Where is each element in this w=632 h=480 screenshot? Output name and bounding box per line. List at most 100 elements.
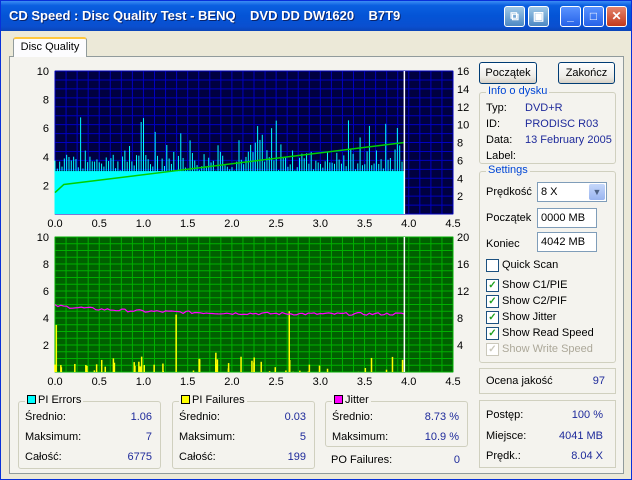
check-icon: ✓ xyxy=(486,279,499,292)
progress-box: Postęp: 100 % Miejsce: 4041 MB Prędk.: 8… xyxy=(479,400,616,468)
x-tick-label: 1.0 xyxy=(136,218,151,230)
jitter-avg-label: Średnio: xyxy=(332,411,373,423)
end-field[interactable]: 4042 MB xyxy=(537,232,597,252)
pi-failures-title: PI Failures xyxy=(179,394,247,406)
show-read-speed-checkbox[interactable]: ✓ Show Read Speed xyxy=(486,327,594,342)
pi-errors-max-label: Maksimum: xyxy=(25,431,82,443)
y-tick-label-left: 2 xyxy=(43,180,49,192)
speed-label: Prędk.: xyxy=(486,450,521,462)
x-tick-label: 4.5 xyxy=(445,376,460,388)
check-icon: ✓ xyxy=(486,295,499,308)
pi-failures-avg-value: 0.03 xyxy=(284,411,306,423)
x-tick-label: 3.5 xyxy=(357,218,372,230)
pi-errors-title-text: PI Errors xyxy=(38,394,82,406)
y-tick-label-right: 4 xyxy=(457,173,463,185)
speed-select[interactable]: 8 X ▼ xyxy=(537,182,607,202)
start-field[interactable]: 0000 MB xyxy=(537,208,597,228)
pi-errors-total-label: Całość: xyxy=(25,451,62,463)
position-value: 4041 MB xyxy=(558,430,603,442)
x-tick-label: 4.0 xyxy=(401,218,416,230)
y-tick-label-left: 6 xyxy=(43,123,49,135)
x-tick-label: 0.0 xyxy=(47,218,62,230)
pi-errors-avg-value: 1.06 xyxy=(130,411,152,423)
y-tick-label-left: 8 xyxy=(43,259,49,271)
check-icon: ✓ xyxy=(486,343,499,356)
jitter-max-label: Maksimum: xyxy=(332,431,389,443)
pi-failures-title-text: PI Failures xyxy=(192,394,245,406)
x-tick-label: 2.5 xyxy=(268,218,283,230)
x-tick-label: 2.0 xyxy=(224,376,239,388)
disc-type-value: DVD+R xyxy=(525,102,563,114)
x-tick-label: 1.5 xyxy=(180,376,195,388)
pi-failures-group: PI Failures Średnio: 0.03 Maksimum: 5 Ca… xyxy=(172,394,315,469)
speed-readout: 8.04 X xyxy=(571,450,603,462)
y-tick-label-left: 10 xyxy=(37,232,49,244)
start-button[interactable]: Początek xyxy=(479,62,537,84)
show-jitter-checkbox[interactable]: ✓ Show Jitter xyxy=(486,311,556,326)
copy-icon[interactable]: ⧉ xyxy=(504,6,525,27)
show-jitter-label: Show Jitter xyxy=(502,311,557,323)
chevron-down-icon[interactable]: ▼ xyxy=(589,184,605,200)
y-tick-label-right: 12 xyxy=(457,286,469,298)
disc-id-value: PRODISC R03 xyxy=(525,118,599,130)
quality-value: 97 xyxy=(592,375,605,387)
x-tick-label: 4.0 xyxy=(401,376,416,388)
y-tick-label-left: 4 xyxy=(43,152,49,164)
y-tick-label-right: 10 xyxy=(457,120,469,132)
disc-type-label: Typ: xyxy=(486,102,507,114)
pi-failures-max-label: Maksimum: xyxy=(179,431,236,443)
checkbox-box xyxy=(486,259,499,272)
title-bar[interactable]: CD Speed : Disc Quality Test - BENQ DVD … xyxy=(1,1,631,31)
po-failures-box: PO Failures: 0 xyxy=(325,450,468,470)
y-tick-label-left: 4 xyxy=(43,313,49,325)
close-button[interactable]: ✕ xyxy=(606,6,627,27)
start-label: Początek xyxy=(486,212,532,224)
progress-value: 100 % xyxy=(571,409,603,421)
po-failures-label: PO Failures: xyxy=(331,454,393,466)
jitter-avg-value: 8.73 % xyxy=(424,411,459,423)
y-tick-label-left: 10 xyxy=(37,66,49,78)
quality-box: Ocena jakość 97 xyxy=(479,368,616,394)
check-icon: ✓ xyxy=(486,311,499,324)
show-c2-pif-checkbox[interactable]: ✓ Show C2/PIF xyxy=(486,295,567,310)
jitter-title: Jitter xyxy=(332,394,371,406)
y-tick-label-right: 12 xyxy=(457,102,469,114)
disc-date-value: 13 February 2005 xyxy=(525,134,612,146)
end-button[interactable]: Zakończ xyxy=(558,62,615,84)
minimize-button[interactable]: _ xyxy=(560,6,581,27)
speed-label: Prędkość xyxy=(486,186,532,198)
disc-label-label: Label: xyxy=(486,150,516,162)
y-tick-label-right: 6 xyxy=(457,155,463,167)
pi-errors-swatch xyxy=(27,395,36,404)
y-tick-label-right: 4 xyxy=(457,340,463,352)
disc-date-label: Data: xyxy=(486,134,513,146)
tab-disc-quality[interactable]: Disc Quality xyxy=(13,37,87,57)
pi-failures-total-label: Całość: xyxy=(179,451,216,463)
quality-label: Ocena jakość xyxy=(486,375,553,387)
save-icon[interactable]: ▣ xyxy=(528,6,549,27)
x-tick-label: 0.5 xyxy=(92,376,107,388)
show-c1-pie-checkbox[interactable]: ✓ Show C1/PIE xyxy=(486,279,567,294)
window-title: CD Speed : Disc Quality Test - BENQ DVD … xyxy=(9,8,401,23)
y-tick-label-right: 16 xyxy=(457,66,469,78)
y-tick-label-left: 8 xyxy=(43,95,49,107)
pi-errors-group: PI Errors Średnio: 1.06 Maksimum: 7 Cało… xyxy=(18,394,161,469)
x-tick-label: 3.0 xyxy=(313,376,328,388)
y-tick-label-right: 16 xyxy=(457,259,469,271)
progress-label: Postęp: xyxy=(486,409,524,421)
show-write-speed-checkbox: ✓ Show Write Speed xyxy=(486,343,593,358)
settings-title: Settings xyxy=(486,164,530,176)
show-c2-pif-label: Show C2/PIF xyxy=(502,295,567,307)
y-tick-label-right: 14 xyxy=(457,84,469,96)
quick-scan-label: Quick Scan xyxy=(502,259,559,271)
pi-failures-max-value: 5 xyxy=(299,431,306,443)
quick-scan-checkbox[interactable]: Quick Scan xyxy=(486,259,558,274)
pi-failures-avg-label: Średnio: xyxy=(179,411,220,423)
pi-errors-total-value: 6775 xyxy=(127,451,152,463)
pi-errors-max-value: 7 xyxy=(145,431,152,443)
po-failures-value: 0 xyxy=(453,454,460,466)
show-c1-pie-label: Show C1/PIE xyxy=(502,279,568,291)
pi-errors-title: PI Errors xyxy=(25,394,84,406)
maximize-button[interactable]: □ xyxy=(583,6,604,27)
x-tick-label: 4.5 xyxy=(445,218,460,230)
